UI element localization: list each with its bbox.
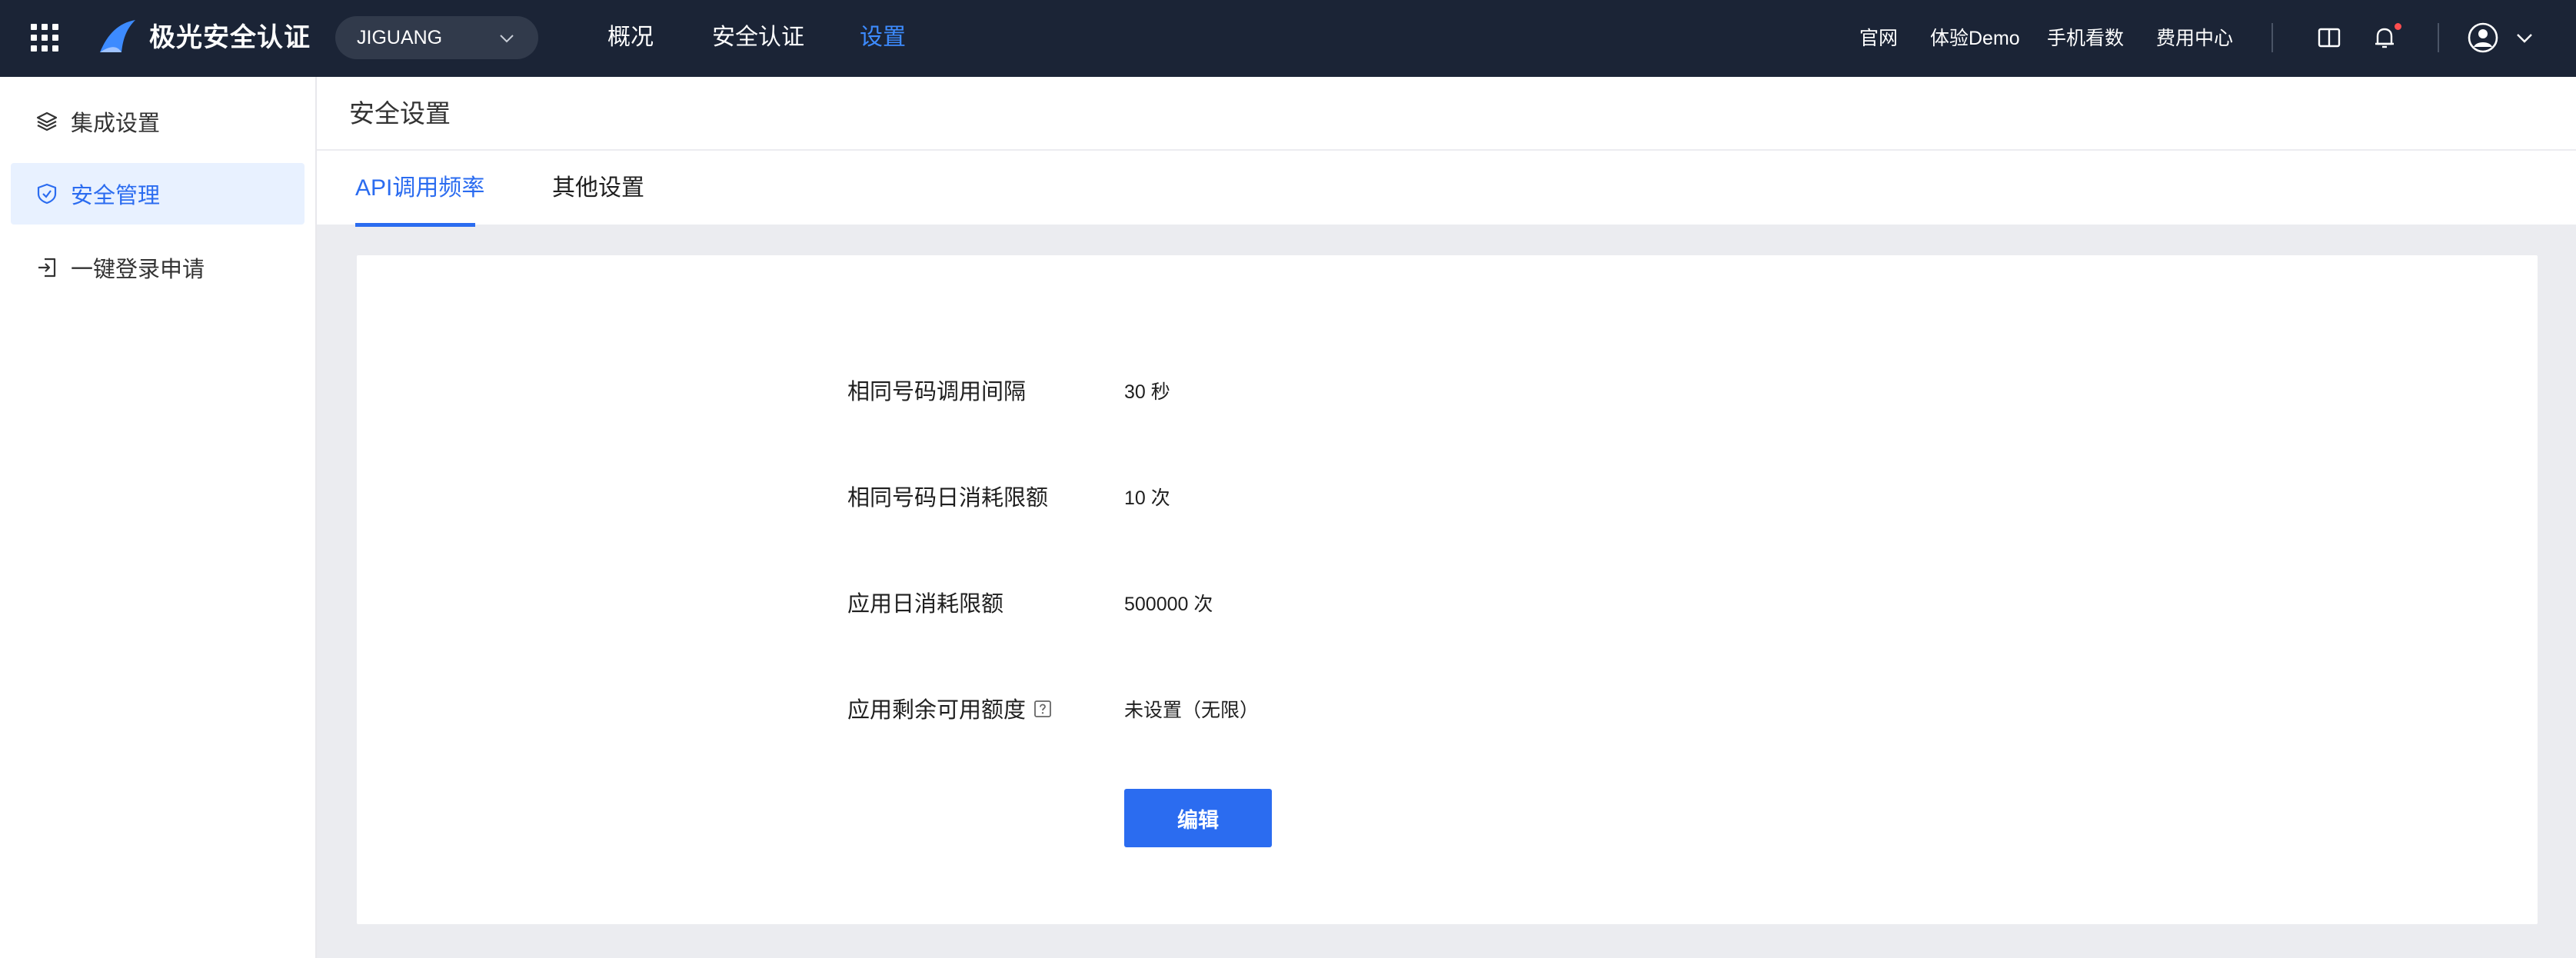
sidebar-item-one-click-login[interactable]: 一键登录申请 (11, 237, 305, 298)
page-title: 安全设置 (349, 99, 451, 128)
link-billing-center[interactable]: 费用中心 (2156, 25, 2233, 52)
edit-button[interactable]: 编辑 (1124, 789, 1272, 847)
layers-icon (36, 111, 58, 131)
field-value-same-number-interval: 30 秒 (1124, 381, 1170, 403)
link-demo[interactable]: 体验Demo (1930, 25, 2020, 52)
sidebar-item-label: 安全管理 (71, 184, 161, 208)
field-label-same-number-interval: 相同号码调用间隔 (847, 380, 1027, 404)
sidebar-item-label: 一键登录申请 (71, 258, 205, 282)
nav-settings[interactable]: 设置 (860, 22, 906, 54)
settings-card (357, 255, 2538, 924)
logo-icon (100, 20, 135, 52)
header-divider (317, 149, 2576, 151)
docs-book-icon[interactable] (2315, 23, 2344, 52)
brand-name: 极光安全认证 (149, 23, 311, 52)
field-value-app-daily-limit: 500000 次 (1124, 594, 1213, 615)
tab-other-settings[interactable]: 其他设置 (552, 172, 644, 205)
link-official-site[interactable]: 官网 (1859, 25, 1898, 52)
notification-dot (2395, 23, 2401, 30)
user-avatar-icon[interactable] (2467, 22, 2499, 54)
link-mobile-view[interactable]: 手机看数 (2047, 25, 2124, 52)
tab-api-rate[interactable]: API调用频率 (355, 172, 484, 205)
chevron-down-icon (500, 35, 514, 43)
apps-grid-icon[interactable] (31, 24, 58, 52)
app-selector[interactable]: JIGUANG (335, 16, 538, 59)
sidebar-item-integration[interactable]: 集成设置 (11, 91, 305, 152)
nav-security-auth[interactable]: 安全认证 (712, 22, 804, 54)
field-label-same-number-daily-limit: 相同号码日消耗限额 (847, 486, 1049, 511)
divider (2271, 23, 2273, 52)
sidebar-item-label: 集成设置 (71, 111, 161, 136)
tab-active-indicator (355, 223, 475, 227)
chevron-down-icon[interactable] (2514, 28, 2534, 48)
field-value-app-remaining-quota: 未设置（无限） (1124, 700, 1260, 721)
divider (2438, 23, 2439, 52)
shield-icon (37, 183, 57, 205)
login-icon (38, 258, 56, 278)
sidebar: 集成设置 安全管理 一键登录申请 (0, 77, 317, 958)
field-label-app-remaining-quota: 应用剩余可用额度 (847, 698, 1027, 723)
nav-overview[interactable]: 概况 (607, 22, 654, 54)
sidebar-item-security[interactable]: 安全管理 (11, 163, 305, 225)
field-value-same-number-daily-limit: 10 次 (1124, 487, 1170, 509)
help-icon[interactable] (1033, 700, 1052, 718)
app-selector-value: JIGUANG (357, 26, 443, 48)
top-navigation-bar: 极光安全认证 JIGUANG 概况 安全认证 设置 官网 体验Demo 手机看数… (0, 0, 2576, 77)
field-label-app-daily-limit: 应用日消耗限额 (847, 592, 1004, 617)
